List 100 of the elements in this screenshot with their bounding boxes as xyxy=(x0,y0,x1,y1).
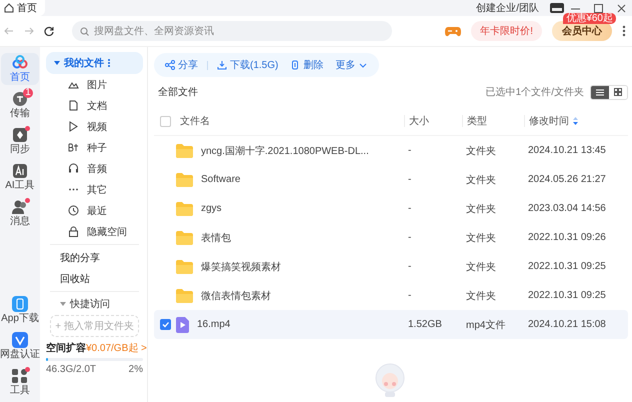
list-icon xyxy=(596,88,604,96)
count-badge: 1 xyxy=(23,88,33,98)
row-checkbox[interactable] xyxy=(160,319,171,330)
rail-item[interactable]: 同步 xyxy=(1,125,39,157)
rail-item[interactable]: AI工具 xyxy=(1,161,39,193)
video-file-icon xyxy=(176,316,189,332)
headphones-icon xyxy=(68,163,79,174)
rail-item[interactable]: 消息 xyxy=(1,197,39,229)
file-row[interactable]: Software - 文件夹 2024.05.26 21:27 xyxy=(154,165,628,194)
cloud-rings-icon xyxy=(11,55,29,71)
caret-icon xyxy=(54,60,60,66)
file-name: 微信表情包素材 xyxy=(201,290,271,302)
rail-item[interactable]: 工具 xyxy=(1,366,39,398)
file-type: 文件夹 xyxy=(465,202,497,216)
modified-time: 2022.10.31 09:26 xyxy=(527,232,607,243)
category-item[interactable]: 隐藏空间 xyxy=(46,221,143,242)
category-item[interactable]: 视频 xyxy=(46,116,143,137)
create-team-link[interactable]: 创建企业/团队 xyxy=(476,1,539,15)
rail-item[interactable]: 首页 xyxy=(1,53,39,85)
storage-usage: 46.3G/2.0T xyxy=(46,364,96,375)
file-name: Software xyxy=(201,174,240,185)
file-row[interactable]: 爆笑搞笑视频素材 - 文件夹 2022.10.31 09:25 xyxy=(154,252,628,281)
promo-button[interactable]: 年卡限时价! xyxy=(471,21,542,41)
play-icon xyxy=(68,121,79,132)
category-item[interactable]: 文档 xyxy=(46,95,143,116)
folder-icon xyxy=(176,230,193,244)
rail-item[interactable]: 传输 1 xyxy=(1,89,39,121)
trash-icon xyxy=(290,60,300,70)
file-name: 16.mp4 xyxy=(197,319,230,330)
refresh-icon[interactable] xyxy=(44,26,54,36)
maximize-icon[interactable] xyxy=(594,4,603,12)
selection-info: 已选中1个文件/文件夹 xyxy=(486,86,584,99)
column-header[interactable]: 类型 xyxy=(462,115,524,127)
modified-time: 2023.03.04 14:56 xyxy=(527,203,607,214)
rail-item[interactable]: App下载 xyxy=(1,294,39,326)
check-icon xyxy=(161,320,170,329)
category-item[interactable]: 图片 xyxy=(46,74,143,95)
quick-access-item[interactable]: 快捷访问 xyxy=(46,294,143,314)
rail-item[interactable]: 网盘认证 xyxy=(1,330,39,362)
file-type: 文件夹 xyxy=(465,144,497,158)
file-row[interactable]: yncg.国潮十字.2021.1080PWEB-DL... - 文件夹 2024.10.21 13:45 xyxy=(154,136,628,165)
modified-time: 2022.10.31 09:25 xyxy=(527,290,607,301)
folder-icon xyxy=(176,288,193,302)
close-icon[interactable] xyxy=(617,4,626,12)
breadcrumb[interactable]: 全部文件 xyxy=(158,85,198,99)
file-name: 爆笑搞笑视频素材 xyxy=(201,260,281,274)
file-size: - xyxy=(407,232,412,243)
category-item[interactable]: 其它 xyxy=(46,179,143,200)
folder-icon xyxy=(176,144,193,158)
select-all-checkbox[interactable] xyxy=(160,116,171,126)
column-header[interactable]: 修改时间 xyxy=(524,115,628,127)
delete-button[interactable]: 删除 xyxy=(287,54,326,76)
home-tab[interactable]: 首页 xyxy=(0,0,45,16)
verify-icon xyxy=(11,332,29,348)
file-row[interactable]: 微信表情包素材 - 文件夹 2022.10.31 09:25 xyxy=(154,281,628,310)
folder-icon xyxy=(176,260,193,274)
storage-title: 空间扩容 xyxy=(46,341,86,355)
grid-icon xyxy=(614,88,622,96)
folder-icon xyxy=(176,202,193,216)
category-item[interactable]: 最近 xyxy=(46,200,143,221)
file-type: 文件夹 xyxy=(465,174,497,186)
sidebar-link[interactable]: 我的分享 xyxy=(46,247,143,268)
download-button[interactable]: 下载(1.5G) xyxy=(214,54,282,76)
search-icon xyxy=(80,26,89,36)
file-row[interactable]: 表情包 - 文件夹 2022.10.31 09:26 xyxy=(154,223,628,252)
file-size: - xyxy=(407,203,412,214)
file-type: 文件夹 xyxy=(465,232,497,244)
bt-icon xyxy=(68,142,79,153)
download-icon xyxy=(217,60,227,70)
category-item[interactable]: 种子 xyxy=(46,137,143,158)
sidebar-link[interactable]: 回收站 xyxy=(46,268,143,289)
column-header[interactable]: 文件名 xyxy=(176,115,404,127)
list-view-button[interactable] xyxy=(591,86,609,98)
file-name: yncg.国潮十字.2021.1080PWEB-DL... xyxy=(201,144,369,158)
sync-icon xyxy=(11,127,29,143)
file-size: 1.52GB xyxy=(407,319,443,330)
category-item[interactable]: 音频 xyxy=(46,158,143,179)
file-size: - xyxy=(407,145,412,156)
vip-center-button[interactable]: 会员中心 xyxy=(552,21,612,41)
file-type: 文件夹 xyxy=(465,260,497,274)
mascot-drawing xyxy=(374,362,406,398)
file-size: - xyxy=(407,261,412,272)
file-row[interactable]: 16.mp4 1.52GB mp4文件 2024.10.21 15:08 xyxy=(154,310,628,339)
share-icon xyxy=(165,60,175,70)
document-icon xyxy=(68,100,79,111)
file-name: zgys xyxy=(201,203,222,214)
modified-time: 2024.05.26 21:27 xyxy=(527,174,607,185)
lock-icon xyxy=(68,226,79,237)
more-button[interactable]: 更多 xyxy=(332,54,372,76)
file-size: - xyxy=(407,174,412,185)
column-header[interactable]: 大小 xyxy=(404,115,462,127)
folder-icon xyxy=(176,172,193,186)
more-vertical-icon[interactable] xyxy=(622,25,626,37)
file-row[interactable]: zgys - 文件夹 2023.03.04 14:56 xyxy=(154,194,628,223)
my-files-item[interactable]: 我的文件 xyxy=(46,52,143,74)
share-button[interactable]: 分享 xyxy=(162,54,201,76)
search-field[interactable]: 搜网盘文件、全网资源资讯 xyxy=(72,21,392,41)
file-size: - xyxy=(407,290,412,301)
storage-percent: 2% xyxy=(128,364,143,375)
people-icon xyxy=(11,199,29,215)
